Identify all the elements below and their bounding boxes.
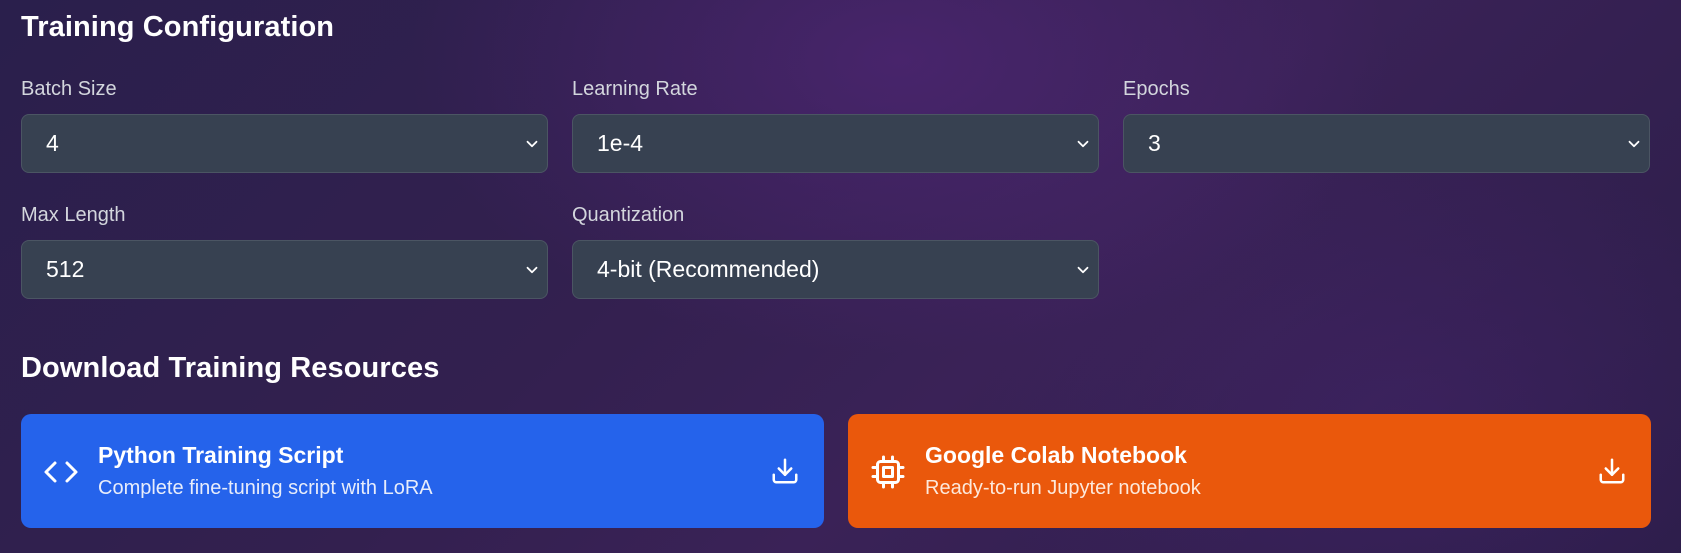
chevron-down-icon bbox=[526, 266, 538, 273]
batch-size-field: Batch Size 4 bbox=[21, 76, 548, 173]
learning-rate-value: 1e-4 bbox=[597, 130, 644, 156]
chevron-down-icon bbox=[526, 140, 538, 147]
epochs-select[interactable]: 3 bbox=[1123, 114, 1650, 173]
google-colab-notebook-card[interactable]: Google Colab Notebook Ready-to-run Jupyt… bbox=[848, 414, 1651, 528]
download-resources-heading: Download Training Resources bbox=[21, 352, 440, 384]
python-training-script-card[interactable]: Python Training Script Complete fine-tun… bbox=[21, 414, 824, 528]
learning-rate-field: Learning Rate 1e-4 bbox=[572, 76, 1099, 173]
batch-size-value: 4 bbox=[46, 130, 59, 156]
epochs-label: Epochs bbox=[1123, 78, 1190, 100]
max-length-field: Max Length 512 bbox=[21, 202, 548, 299]
batch-size-select[interactable]: 4 bbox=[21, 114, 548, 173]
chevron-down-icon bbox=[1077, 266, 1089, 273]
card-description: Ready-to-run Jupyter notebook bbox=[925, 477, 1201, 499]
max-length-value: 512 bbox=[46, 256, 85, 282]
training-configuration-heading: Training Configuration bbox=[21, 11, 335, 43]
download-icon[interactable] bbox=[1597, 456, 1627, 486]
epochs-field: Epochs 3 bbox=[1123, 76, 1650, 173]
quantization-label: Quantization bbox=[572, 204, 685, 226]
code-icon bbox=[44, 461, 78, 483]
quantization-value: 4-bit (Recommended) bbox=[597, 256, 820, 282]
quantization-select[interactable]: 4-bit (Recommended) bbox=[572, 240, 1099, 299]
chevron-down-icon bbox=[1077, 140, 1089, 147]
cpu-chip-icon bbox=[871, 455, 905, 489]
max-length-label: Max Length bbox=[21, 204, 126, 226]
chevron-down-icon bbox=[1628, 140, 1640, 147]
card-description: Complete fine-tuning script with LoRA bbox=[98, 477, 433, 499]
quantization-field: Quantization 4-bit (Recommended) bbox=[572, 202, 1099, 299]
card-title: Google Colab Notebook bbox=[925, 442, 1187, 468]
epochs-value: 3 bbox=[1148, 130, 1161, 156]
download-icon[interactable] bbox=[770, 456, 800, 486]
learning-rate-select[interactable]: 1e-4 bbox=[572, 114, 1099, 173]
batch-size-label: Batch Size bbox=[21, 78, 117, 100]
max-length-select[interactable]: 512 bbox=[21, 240, 548, 299]
learning-rate-label: Learning Rate bbox=[572, 78, 698, 100]
card-title: Python Training Script bbox=[98, 442, 344, 468]
